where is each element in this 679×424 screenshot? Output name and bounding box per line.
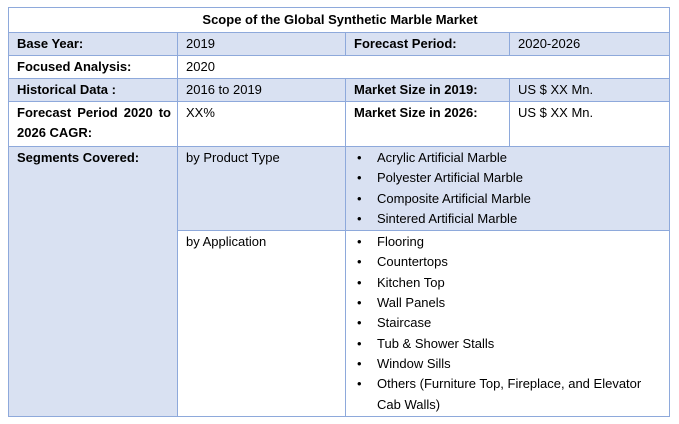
focused-analysis-value: 2020 (176, 55, 671, 79)
bullet-icon: • (357, 150, 362, 165)
segment-items-cell: • Flooring • Countertops • Kitchen Top • Wal… (344, 230, 671, 417)
list-item-label: Countertops (377, 254, 448, 270)
market-size-2019-value: US $ XX Mn. (508, 78, 671, 102)
bullet-icon: • (357, 315, 362, 331)
base-year-row: Base Year: 2019 Forecast Period: 2020-20… (8, 32, 671, 56)
forecast-period-value: 2020-2026 (508, 32, 671, 56)
bullet-icon: • (357, 254, 362, 270)
list-item-label: Sintered Artificial Marble (377, 210, 518, 226)
historical-data-value: 2016 to 2019 (177, 78, 346, 102)
list-item-label: Polyester Artificial Marble (377, 170, 523, 186)
list-item-label: Others (Furniture Top, Fireplace, and El… (377, 376, 642, 412)
segment-group-name: by Application (177, 230, 346, 417)
list-item: • Others (Furniture Top, Fireplace, and E… (354, 374, 663, 415)
list-item: • Countertops (354, 252, 663, 272)
list-item: • Flooring (354, 232, 663, 252)
scope-table: Scope of the Global Synthetic Marble Mar… (7, 7, 671, 417)
bullet-icon: • (357, 190, 362, 206)
bullet-icon: • (357, 210, 362, 226)
list-item: • Sintered Artificial Marble (354, 209, 663, 229)
list-item: • Wall Panels (354, 293, 663, 313)
list-item: • Kitchen Top (354, 273, 663, 293)
list-item-label: Window Sills (377, 355, 451, 371)
list-item: • Staircase (354, 313, 663, 333)
segment-product-type-row: Segments Covered: by Product Type • Acryl… (8, 145, 671, 417)
bullet-icon: • (357, 234, 362, 250)
historical-data-row: Historical Data : 2016 to 2019 Market Si… (8, 78, 671, 102)
market-size-2026-value: US $ XX Mn. (508, 101, 671, 147)
list-item: • Tub & Shower Stalls (354, 334, 663, 354)
bullet-icon: • (357, 376, 362, 392)
list-item: • Acrylic Artificial Marble (354, 148, 663, 168)
list-item: • Window Sills (354, 354, 663, 374)
application-list: • Flooring • Countertops • Kitchen Top • Wal… (354, 232, 663, 415)
title-row: Scope of the Global Synthetic Marble Mar… (7, 7, 671, 33)
focused-analysis-label: Focused Analysis: (8, 55, 178, 79)
list-item-label: Staircase (377, 315, 432, 331)
product-type-list: • Acrylic Artificial Marble • Polyester Ar… (354, 148, 663, 229)
bullet-icon: • (357, 170, 362, 186)
segment-items-cell: • Acrylic Artificial Marble • Polyester Ar… (344, 145, 671, 232)
market-size-2019-label: Market Size in 2019: (345, 78, 510, 102)
list-item-label: Wall Panels (377, 295, 446, 311)
list-item-label: Composite Artificial Marble (377, 190, 531, 206)
bullet-icon: • (357, 335, 362, 351)
forecast-period-label: Forecast Period: (345, 32, 510, 56)
base-year-value: 2019 (177, 32, 346, 56)
base-year-label: Base Year: (8, 32, 178, 56)
bullet-icon: • (357, 274, 362, 290)
bullet-icon: • (357, 295, 362, 311)
list-item-label: Flooring (377, 234, 424, 250)
cagr-row: Forecast Period 2020 to 2026 CAGR: XX% M… (8, 101, 671, 147)
list-item-label: Tub & Shower Stalls (377, 335, 495, 351)
cagr-value: XX% (177, 101, 346, 147)
list-item-label: Kitchen Top (377, 274, 445, 290)
historical-data-label: Historical Data : (8, 78, 178, 102)
cagr-label: Forecast Period 2020 to 2026 CAGR: (8, 101, 178, 147)
list-item-label: Acrylic Artificial Marble (377, 150, 508, 165)
segment-group-name: by Product Type (177, 145, 346, 232)
segments-label: Segments Covered: (8, 146, 178, 417)
list-item: • Polyester Artificial Marble (354, 168, 663, 188)
table-title: Scope of the Global Synthetic Marble Mar… (7, 7, 671, 33)
bullet-icon: • (357, 355, 362, 371)
focused-analysis-row: Focused Analysis: 2020 (8, 55, 671, 79)
list-item: • Composite Artificial Marble (354, 189, 663, 209)
market-size-2026-label: Market Size in 2026: (345, 101, 510, 147)
